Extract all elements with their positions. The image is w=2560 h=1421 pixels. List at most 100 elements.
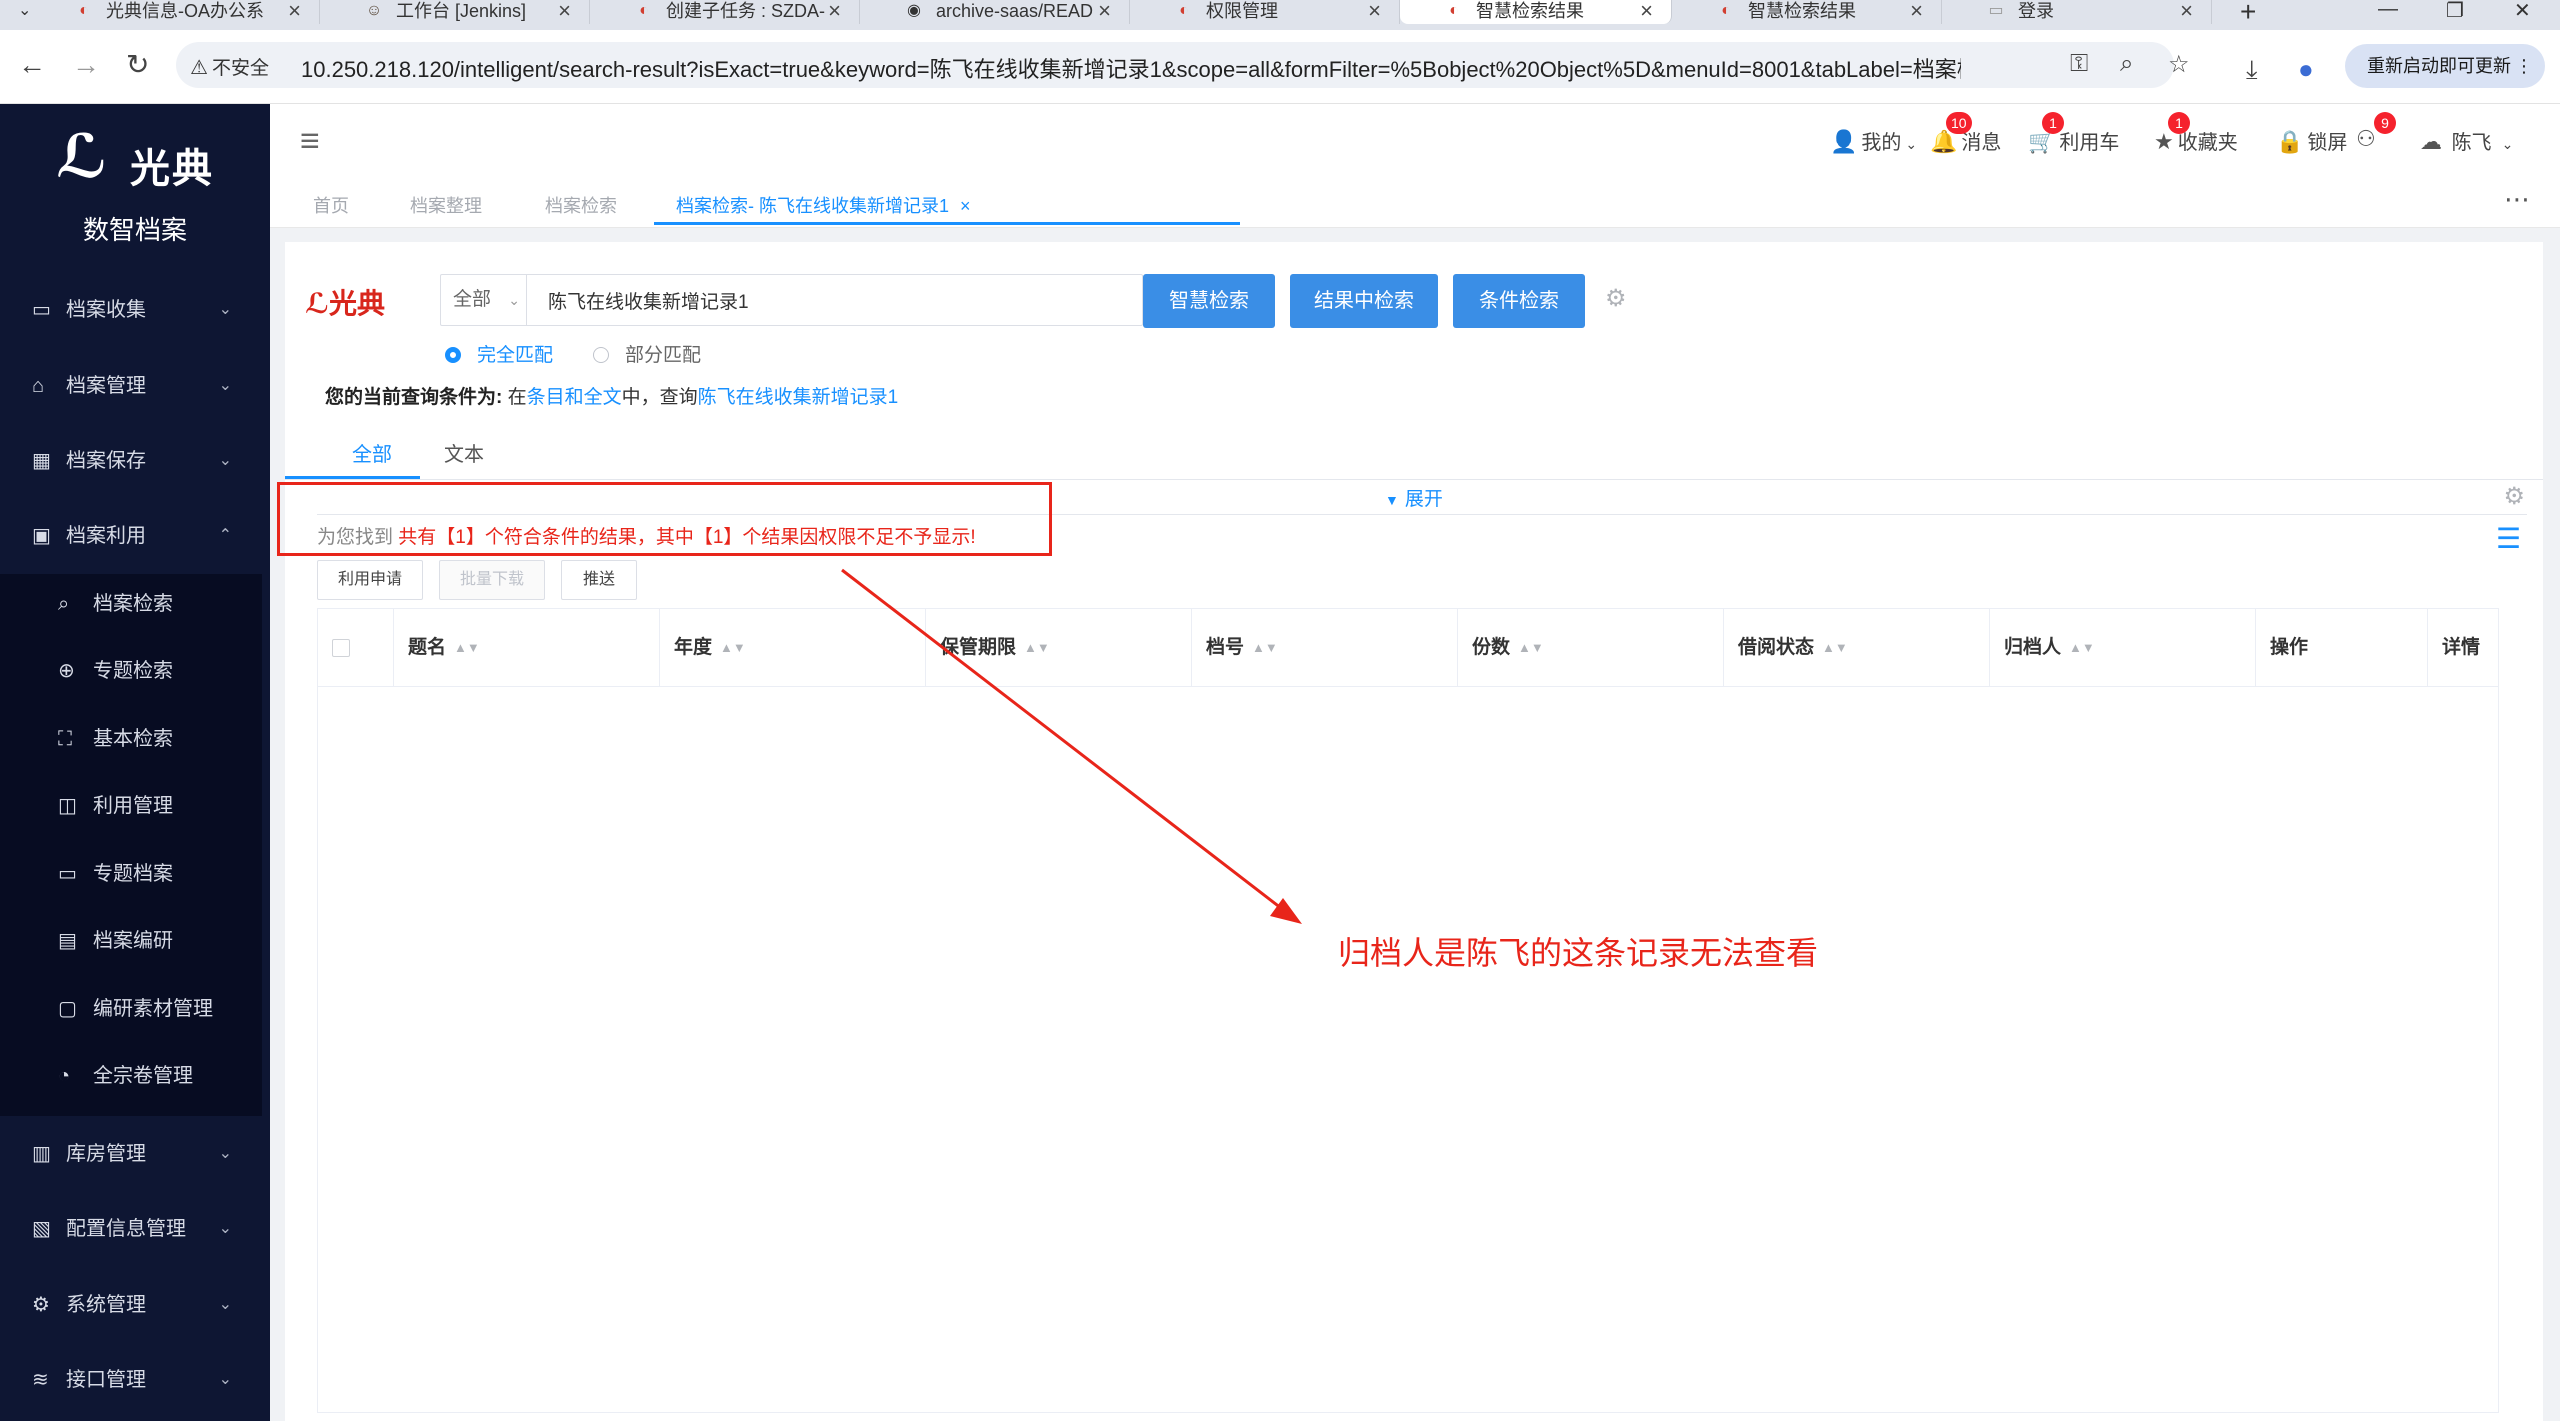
back-icon[interactable]: ← (18, 50, 46, 80)
lock-screen-button[interactable]: 🔒 锁屏 (2276, 126, 2347, 155)
my-menu[interactable]: 👤 我的 ⌄ (1830, 126, 1917, 155)
col-year[interactable]: 年度 ▲▼ (660, 609, 926, 687)
user-badge: 9 (2374, 112, 2396, 134)
close-icon[interactable]: × (288, 0, 301, 22)
url-text[interactable]: 10.250.218.120/intelligent/search-result… (301, 52, 1961, 84)
close-icon[interactable]: × (960, 196, 971, 216)
more-icon[interactable]: ⋯ (2504, 184, 2530, 215)
key-icon[interactable]: ⚿ (2070, 50, 2088, 78)
sidebar-item-warehouse[interactable]: ▥ 库房管理 ⌄ (0, 1124, 270, 1184)
match-exact-radio[interactable]: 完全匹配 (445, 340, 553, 367)
messages-button[interactable]: 🔔 消息 10 (1930, 112, 2001, 155)
insecure-indicator[interactable]: ⚠ 不安全 (190, 53, 269, 80)
sort-icon[interactable]: ▲▼ (1518, 640, 1544, 655)
scope-select[interactable]: 全部 ⌄ (441, 275, 527, 325)
browser-tab[interactable]: ◐ 权限管理 × (1130, 0, 1400, 24)
zoom-icon[interactable]: ⌕ (2120, 50, 2133, 78)
sidebar-subitem-archive-search[interactable]: ⌕ 档案检索 (0, 574, 262, 634)
tag-search-result[interactable]: 档案检索- 陈飞在线收集新增记录1 × (676, 192, 971, 218)
browser-tab[interactable]: ▭ 登录 × (1942, 0, 2212, 24)
gear-icon[interactable]: ⚙ (2503, 482, 2525, 511)
close-icon[interactable]: × (1098, 0, 1111, 22)
profile-icon[interactable]: ● (2298, 54, 2314, 85)
sidebar-item-preserve[interactable]: ▦ 档案保存 ⌄ (0, 431, 270, 491)
sidebar-subitem-material[interactable]: ▢ 编研素材管理 (0, 979, 262, 1039)
user-menu[interactable]: ☁ 陈飞 ⌄ (2420, 126, 2513, 155)
browser-tab[interactable]: ☺ 工作台 [Jenkins] × (320, 0, 590, 24)
star-icon[interactable]: ☆ (2168, 50, 2190, 79)
tag-archive-search[interactable]: 档案检索 (545, 192, 617, 218)
sort-icon[interactable]: ▲▼ (2069, 640, 2095, 655)
gear-icon[interactable]: ⚙ (1605, 284, 1627, 313)
col-retention[interactable]: 保管期限 ▲▼ (926, 609, 1192, 687)
sidebar-subitem-compile[interactable]: ▤ 档案编研 (0, 911, 262, 971)
sort-icon[interactable]: ▲▼ (1252, 640, 1278, 655)
more-vertical-icon[interactable]: ⋮ (2515, 44, 2533, 88)
sidebar-subitem-topic-search[interactable]: ⊕ 专题检索 (0, 641, 262, 701)
window-close-icon[interactable]: ✕ (2514, 0, 2531, 23)
batch-download-button[interactable]: 批量下载 (439, 560, 545, 600)
lock-icon: 🔒 (2276, 129, 2304, 154)
forward-icon[interactable]: → (72, 50, 100, 80)
cart-button[interactable]: 🛒 利用车 1 (2028, 112, 2119, 155)
expand-filters[interactable]: ▼ 展开 (1385, 484, 1443, 511)
result-table: 题名 ▲▼ 年度 ▲▼ 保管期限 ▲▼ 档号 ▲▼ 份数 ▲▼ 借阅状态 ▲▼ 归档人 ▲▼ … (317, 608, 2499, 1413)
sidebar-item-manage[interactable]: ⌂ 档案管理 ⌄ (0, 356, 270, 416)
search-in-results-button[interactable]: 结果中检索 (1290, 274, 1438, 328)
list-settings-icon[interactable]: ☰ (2496, 522, 2521, 555)
hamburger-icon[interactable]: ≡ (300, 122, 320, 161)
download-icon[interactable]: ⤓ (2246, 54, 2258, 86)
user-settings-button[interactable]: ⚇ 9 (2356, 112, 2396, 152)
col-borrow-status[interactable]: 借阅状态 ▲▼ (1724, 609, 1990, 687)
close-icon[interactable]: × (1640, 0, 1653, 22)
close-icon[interactable]: × (1910, 0, 1923, 22)
col-title[interactable]: 题名 ▲▼ (394, 609, 660, 687)
browser-tab-active[interactable]: ◐ 智慧检索结果 × (1400, 0, 1672, 24)
close-icon[interactable]: × (828, 0, 841, 22)
sidebar-subitem-basic-search[interactable]: ⛶ 基本检索 (0, 709, 262, 769)
close-icon[interactable]: × (1368, 0, 1381, 22)
condition-search-button[interactable]: 条件检索 (1453, 274, 1585, 328)
close-icon[interactable]: × (2180, 0, 2193, 22)
search-input[interactable] (528, 275, 1142, 325)
search-bar: 全部 ⌄ (440, 274, 1143, 326)
document-icon: ◐ (79, 2, 89, 19)
push-button[interactable]: 推送 (561, 560, 637, 600)
select-all-checkbox[interactable] (332, 639, 350, 657)
sort-icon[interactable]: ▲▼ (720, 640, 746, 655)
col-copies[interactable]: 份数 ▲▼ (1458, 609, 1724, 687)
sidebar-item-system[interactable]: ⚙ 系统管理 ⌄ (0, 1275, 270, 1335)
tab-all[interactable]: 全部 (352, 438, 392, 467)
tag-archive-organize[interactable]: 档案整理 (410, 192, 482, 218)
restore-icon[interactable]: ❐ (2446, 0, 2464, 23)
sort-icon[interactable]: ▲▼ (1822, 640, 1848, 655)
sidebar-subitem-topic-archive[interactable]: ▭ 专题档案 (0, 844, 262, 904)
browser-tab[interactable]: ◐ 创建子任务 : SZDA- × (590, 0, 860, 24)
close-icon[interactable]: × (558, 0, 571, 22)
sidebar-subitem-fonds[interactable]: ◔ 全宗卷管理 (0, 1046, 262, 1106)
sidebar-item-collect[interactable]: ▭ 档案收集 ⌄ (0, 280, 270, 340)
reload-icon[interactable]: ↻ (126, 50, 149, 80)
browser-tab[interactable]: ◐ 光典信息-OA办公系 × (30, 0, 320, 24)
smart-search-button[interactable]: 智慧检索 (1143, 274, 1275, 328)
minimize-icon[interactable]: — (2378, 0, 2398, 21)
col-archiver[interactable]: 归档人 ▲▼ (1990, 609, 2256, 687)
tab-text[interactable]: 文本 (444, 438, 484, 467)
sidebar-item-utilize[interactable]: ▣ 档案利用 ⌃ (0, 506, 270, 566)
match-partial-radio[interactable]: 部分匹配 (593, 340, 701, 367)
new-tab-icon[interactable]: + (2240, 0, 2256, 28)
sidebar-item-interface[interactable]: ≋ 接口管理 ⌄ (0, 1350, 270, 1410)
browser-tab[interactable]: ◐ 智慧检索结果 × (1672, 0, 1942, 24)
sidebar-subitem-utilize-manage[interactable]: ◫ 利用管理 (0, 776, 262, 836)
utilize-apply-button[interactable]: 利用申请 (317, 560, 423, 600)
tag-home[interactable]: 首页 (313, 192, 349, 218)
sort-icon[interactable]: ▲▼ (1024, 640, 1050, 655)
sidebar-item-config[interactable]: ▧ 配置信息管理 ⌄ (0, 1199, 270, 1259)
favorites-button[interactable]: ★ 收藏夹 1 (2154, 112, 2238, 155)
restart-update-button[interactable]: 重新启动即可更新 ⋮ (2345, 44, 2545, 88)
sort-icon[interactable]: ▲▼ (454, 640, 480, 655)
cart-badge: 1 (2042, 112, 2064, 134)
omnibox[interactable]: ⚠ 不安全 10.250.218.120/intelligent/search-r… (176, 42, 2190, 88)
browser-tab[interactable]: ◉ archive-saas/READ × (860, 0, 1130, 24)
col-archive-no[interactable]: 档号 ▲▼ (1192, 609, 1458, 687)
